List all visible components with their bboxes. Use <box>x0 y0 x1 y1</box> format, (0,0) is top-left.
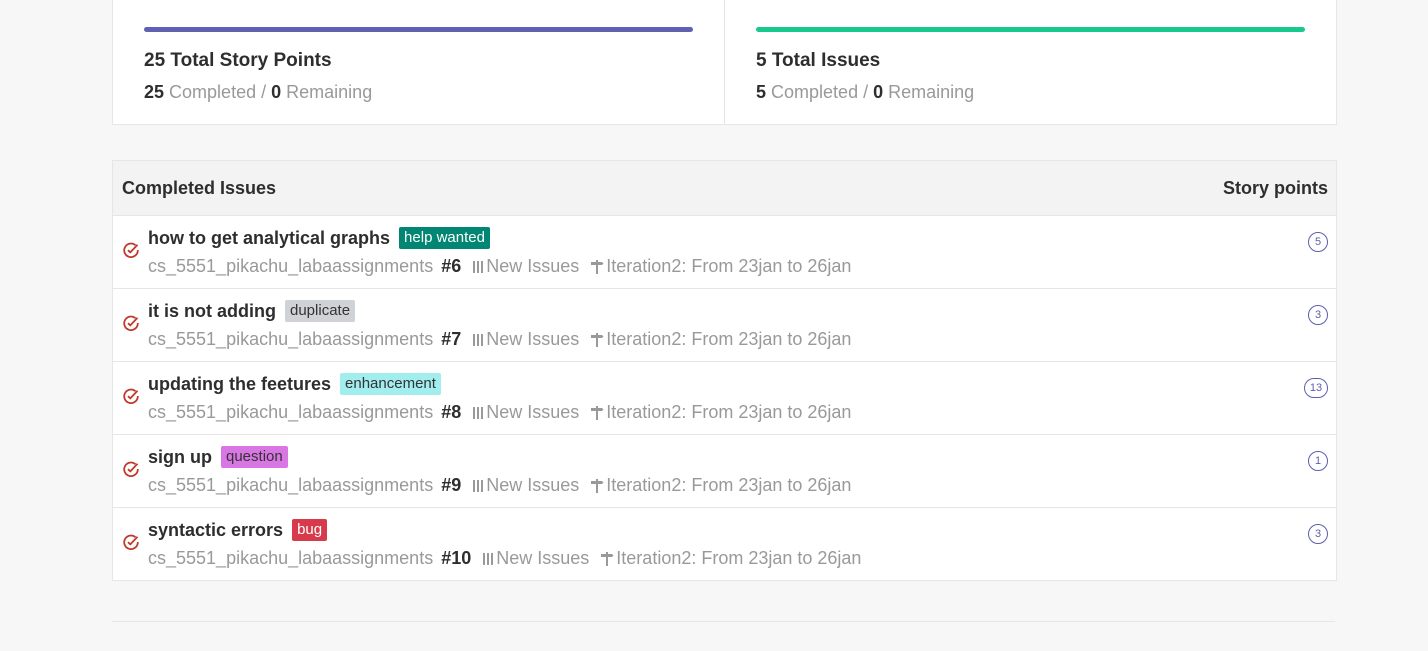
story-points-badge: 13 <box>1304 378 1328 398</box>
issue-meta: cs_5551_pikachu_labaassignments #8 New I… <box>148 402 851 423</box>
closed-issue-icon <box>123 242 139 258</box>
milestone-name[interactable]: Iteration2: From 23jan to 26jan <box>606 402 851 423</box>
repo-name[interactable]: cs_5551_pikachu_labaassignments <box>148 402 433 423</box>
issue-label[interactable]: help wanted <box>399 227 490 249</box>
milestone-name[interactable]: Iteration2: From 23jan to 26jan <box>606 329 851 350</box>
milestone-signpost-icon <box>591 405 604 420</box>
issue-number[interactable]: #7 <box>441 329 461 350</box>
issue-row[interactable]: sign up question cs_5551_pikachu_labaass… <box>113 435 1336 508</box>
closed-issue-icon <box>123 388 139 404</box>
story-points-badge: 1 <box>1308 451 1328 471</box>
repo-name[interactable]: cs_5551_pikachu_labaassignments <box>148 256 433 277</box>
pipeline-name: New Issues <box>486 329 580 349</box>
issues-summary: 5 Total Issues 5 Completed / 0 Remaining <box>724 0 1336 124</box>
issue-title[interactable]: it is not adding <box>148 301 276 322</box>
completed-issues-table: Completed Issues Story points how to get… <box>112 160 1337 581</box>
repo-name[interactable]: cs_5551_pikachu_labaassignments <box>148 475 433 496</box>
issue-title-line: it is not adding duplicate <box>148 300 356 322</box>
pipeline-name: New Issues <box>496 548 590 568</box>
board-column-icon <box>473 479 484 492</box>
issue-title-line: syntactic errors bug <box>148 519 328 541</box>
story-points-summary: 25 Total Story Points 25 Completed / 0 R… <box>113 0 724 124</box>
repo-name[interactable]: cs_5551_pikachu_labaassignments <box>148 548 433 569</box>
story-points-progress-bar <box>144 27 693 32</box>
board-column-icon <box>473 333 484 346</box>
issue-row[interactable]: updating the feetures enhancement cs_555… <box>113 362 1336 435</box>
issue-label[interactable]: bug <box>292 519 328 541</box>
issue-number[interactable]: #6 <box>441 256 461 277</box>
issue-meta: cs_5551_pikachu_labaassignments #7 New I… <box>148 329 851 350</box>
table-header: Completed Issues Story points <box>113 161 1336 216</box>
board-column-icon <box>483 552 494 565</box>
pipeline-name: New Issues <box>486 475 580 495</box>
remaining-label: Remaining <box>286 82 373 102</box>
completed-issues-heading: Completed Issues <box>122 177 277 198</box>
milestone-name[interactable]: Iteration2: From 23jan to 26jan <box>606 475 851 496</box>
milestone-signpost-icon <box>591 332 604 347</box>
issues-progress-bar <box>756 27 1305 32</box>
issue-title[interactable]: sign up <box>148 447 212 468</box>
completed-label: Completed / <box>771 82 869 102</box>
issues-remaining: 0 <box>873 82 884 102</box>
story-points-badge: 5 <box>1308 232 1328 252</box>
closed-issue-icon <box>123 315 139 331</box>
issue-number[interactable]: #10 <box>441 548 471 569</box>
story-points-badge: 3 <box>1308 305 1328 325</box>
issue-row[interactable]: it is not adding duplicate cs_5551_pikac… <box>113 289 1336 362</box>
milestone-signpost-icon <box>591 259 604 274</box>
closed-issue-icon <box>123 461 139 477</box>
issue-title[interactable]: syntactic errors <box>148 520 283 541</box>
issue-row[interactable]: how to get analytical graphs help wanted… <box>113 216 1336 289</box>
issue-number[interactable]: #9 <box>441 475 461 496</box>
milestone-signpost-icon <box>601 551 614 566</box>
milestone-name[interactable]: Iteration2: From 23jan to 26jan <box>606 256 851 277</box>
remaining-label: Remaining <box>888 82 975 102</box>
issues-title: 5 Total Issues <box>756 50 881 71</box>
repo-name[interactable]: cs_5551_pikachu_labaassignments <box>148 329 433 350</box>
milestone-signpost-icon <box>591 478 604 493</box>
story-points-breakdown: 25 Completed / 0 Remaining <box>144 82 372 103</box>
issue-title[interactable]: how to get analytical graphs <box>148 228 390 249</box>
issue-title-line: sign up question <box>148 446 288 468</box>
issue-meta: cs_5551_pikachu_labaassignments #9 New I… <box>148 475 851 496</box>
story-points-badge: 3 <box>1308 524 1328 544</box>
closed-issue-icon <box>123 534 139 550</box>
story-points-completed: 25 <box>144 82 165 102</box>
issue-title-line: how to get analytical graphs help wanted <box>148 227 490 249</box>
issue-meta: cs_5551_pikachu_labaassignments #10 New … <box>148 548 861 569</box>
milestone-name[interactable]: Iteration2: From 23jan to 26jan <box>616 548 861 569</box>
story-points-title: 25 Total Story Points <box>144 50 332 71</box>
issue-number[interactable]: #8 <box>441 402 461 423</box>
pipeline-name: New Issues <box>486 256 580 276</box>
story-points-remaining: 0 <box>271 82 282 102</box>
pipeline-name: New Issues <box>486 402 580 422</box>
board-column-icon <box>473 406 484 419</box>
issue-meta: cs_5551_pikachu_labaassignments #6 New I… <box>148 256 851 277</box>
issue-label[interactable]: duplicate <box>285 300 356 322</box>
completed-label: Completed / <box>169 82 267 102</box>
issue-row[interactable]: syntactic errors bug cs_5551_pikachu_lab… <box>113 508 1336 580</box>
issue-title[interactable]: updating the feetures <box>148 374 331 395</box>
issue-label[interactable]: question <box>221 446 288 468</box>
summary-panel: 25 Total Story Points 25 Completed / 0 R… <box>112 0 1337 125</box>
issues-breakdown: 5 Completed / 0 Remaining <box>756 82 974 103</box>
issue-title-line: updating the feetures enhancement <box>148 373 441 395</box>
footer-divider <box>112 621 1335 622</box>
issue-label[interactable]: enhancement <box>340 373 441 395</box>
board-column-icon <box>473 260 484 273</box>
story-points-heading: Story points <box>1222 177 1328 198</box>
issues-completed: 5 <box>756 82 767 102</box>
